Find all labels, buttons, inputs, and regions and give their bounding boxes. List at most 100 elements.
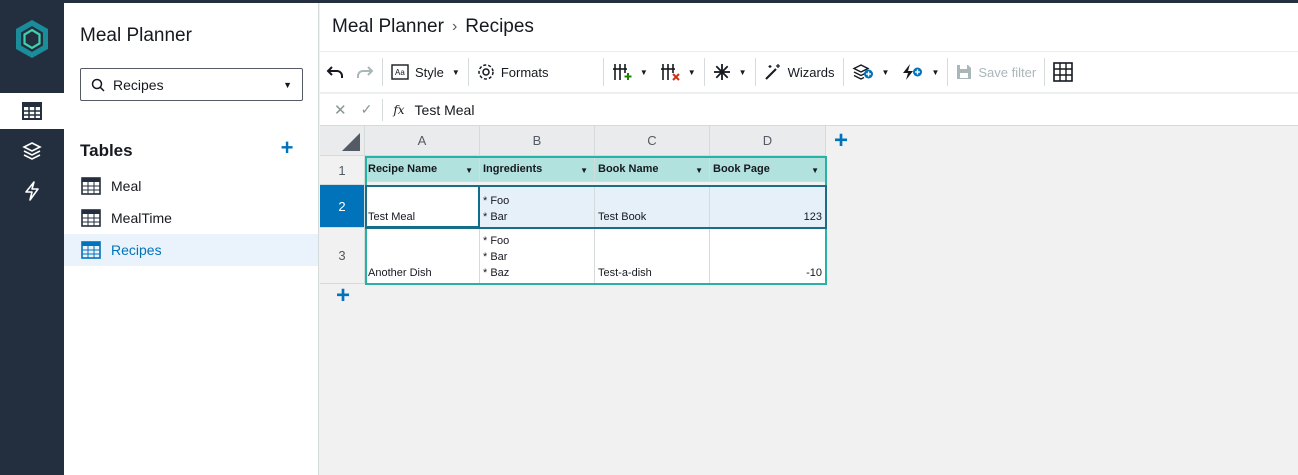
caret-down-icon[interactable]: ▼ [931, 68, 939, 77]
table-item-recipes[interactable]: Recipes [64, 234, 318, 266]
grid-view-button[interactable] [1047, 57, 1079, 87]
redo-button[interactable] [350, 57, 380, 87]
formats-button[interactable]: Formats [471, 57, 601, 87]
add-column-icon [612, 64, 632, 80]
grid-cell[interactable]: Test Book [595, 185, 710, 228]
add-action-button[interactable]: ▼ [895, 57, 945, 87]
app-title: Meal Planner [80, 25, 192, 46]
row-number-3[interactable]: 3 [320, 228, 365, 284]
text-style-icon: Aa [391, 64, 409, 80]
add-column-plus-icon[interactable]: + [832, 129, 850, 153]
grid-cell[interactable]: Test Meal [365, 185, 480, 228]
snowflake-icon [713, 64, 730, 80]
breadcrumb-current: Recipes [465, 16, 534, 37]
breadcrumb: Meal Planner › Recipes [320, 3, 1298, 51]
table-icon [81, 209, 101, 227]
style-label: Style [415, 64, 444, 80]
rail-tables-icon[interactable] [0, 93, 64, 129]
header-label: Book Page [713, 162, 770, 175]
caret-down-icon: ▼ [283, 79, 292, 90]
header-cell[interactable]: Book Name ▼ [595, 156, 710, 182]
table-list: Meal MealTime Recipes [64, 170, 318, 266]
column-header-d[interactable]: D [710, 126, 826, 156]
caret-down-icon[interactable]: ▼ [739, 68, 747, 77]
formula-input[interactable]: Test Meal [415, 102, 475, 118]
formats-label: Formats [500, 64, 549, 80]
toolbar-divider [1044, 58, 1046, 86]
freeze-button[interactable]: ▼ [707, 57, 753, 87]
caret-down-icon[interactable]: ▼ [688, 68, 696, 77]
grid-cell[interactable]: * Foo * Bar * Baz [480, 228, 595, 284]
toolbar-divider [947, 58, 949, 86]
app-logo-icon[interactable] [14, 19, 50, 59]
filter-caret-icon[interactable]: ▼ [695, 163, 703, 179]
add-table-button[interactable]: + [278, 137, 296, 159]
filter-caret-icon[interactable]: ▼ [811, 163, 819, 179]
wizards-label: Wizards [787, 64, 835, 80]
table-icon [81, 241, 101, 259]
add-column-button[interactable]: ▼ [606, 57, 654, 87]
add-lightning-icon [903, 64, 923, 80]
save-filter-button[interactable]: Save filter [950, 57, 1042, 87]
header-label: Ingredients [483, 162, 543, 175]
table-item-meal[interactable]: Meal [64, 170, 318, 202]
caret-down-icon[interactable]: ▼ [640, 68, 648, 77]
save-filter-label: Save filter [978, 64, 1037, 80]
row-number-1[interactable]: 1 [320, 156, 365, 185]
remove-column-button[interactable]: ▼ [654, 57, 702, 87]
undo-icon [326, 66, 343, 78]
chevron-right-icon: › [451, 18, 458, 35]
header-cell[interactable]: Ingredients ▼ [480, 156, 595, 182]
toolbar-divider [754, 58, 756, 86]
style-button[interactable]: Aa Style ▼ [385, 57, 466, 87]
filter-caret-icon[interactable]: ▼ [465, 163, 473, 179]
header-label: Book Name [598, 162, 659, 175]
header-label: Recipe Name [368, 162, 438, 175]
header-cell[interactable]: Book Page ▼ [710, 156, 826, 182]
column-header-c[interactable]: C [595, 126, 710, 156]
search-icon [91, 78, 105, 92]
column-header-b[interactable]: B [480, 126, 595, 156]
formula-bar: ✕ ✓ fx Test Meal [320, 94, 1298, 126]
wizards-button[interactable]: Wizards [758, 57, 841, 87]
grid-cell[interactable]: -10 [710, 228, 826, 284]
rail-layers-icon[interactable] [0, 133, 64, 169]
toolbar-divider [602, 58, 604, 86]
undo-button[interactable] [320, 57, 350, 87]
sidebar: Meal Planner Recipes ▼ Tables + Meal Mea… [64, 3, 319, 475]
toolbar-divider [382, 58, 383, 86]
gear-icon [478, 64, 494, 80]
confirm-edit-icon[interactable]: ✓ [361, 101, 373, 118]
row-number-2[interactable]: 2 [320, 185, 365, 228]
table-item-label: MealTime [111, 210, 172, 226]
table-item-mealtime[interactable]: MealTime [64, 202, 318, 234]
filter-caret-icon[interactable]: ▼ [580, 163, 588, 179]
left-rail [0, 3, 64, 475]
grid-cell[interactable]: Test-a-dish [595, 228, 710, 284]
toolbar-divider [842, 58, 844, 86]
caret-down-icon[interactable]: ▼ [882, 68, 890, 77]
toolbar: Aa Style ▼ Formats ▼ ▼ ▼ Wizards ▼ ▼ Sav… [320, 51, 1298, 93]
fx-icon: fx [393, 102, 405, 117]
breadcrumb-root[interactable]: Meal Planner [332, 16, 444, 38]
cancel-edit-icon[interactable]: ✕ [334, 101, 347, 119]
toolbar-divider [467, 58, 469, 86]
page-select-value: Recipes [113, 76, 164, 93]
select-all-corner[interactable] [320, 126, 365, 156]
table-item-label: Recipes [111, 242, 162, 258]
caret-down-icon: ▼ [451, 67, 460, 77]
tables-heading: Tables [80, 141, 133, 160]
header-cell[interactable]: Recipe Name ▼ [365, 156, 480, 182]
add-layer-button[interactable]: ▼ [846, 57, 896, 87]
grid-cell[interactable]: Another Dish [365, 228, 480, 284]
magic-wand-icon [764, 64, 780, 80]
redo-icon [357, 66, 374, 78]
grid-cell[interactable]: 123 [710, 185, 826, 228]
column-header-a[interactable]: A [365, 126, 480, 156]
rail-lightning-icon[interactable] [0, 173, 64, 209]
grid-icon [1053, 62, 1074, 82]
add-row-plus-icon[interactable]: + [334, 284, 352, 308]
page-select[interactable]: Recipes ▼ [80, 68, 303, 101]
grid-cell[interactable]: * Foo * Bar [480, 185, 595, 228]
formula-divider [382, 98, 384, 121]
